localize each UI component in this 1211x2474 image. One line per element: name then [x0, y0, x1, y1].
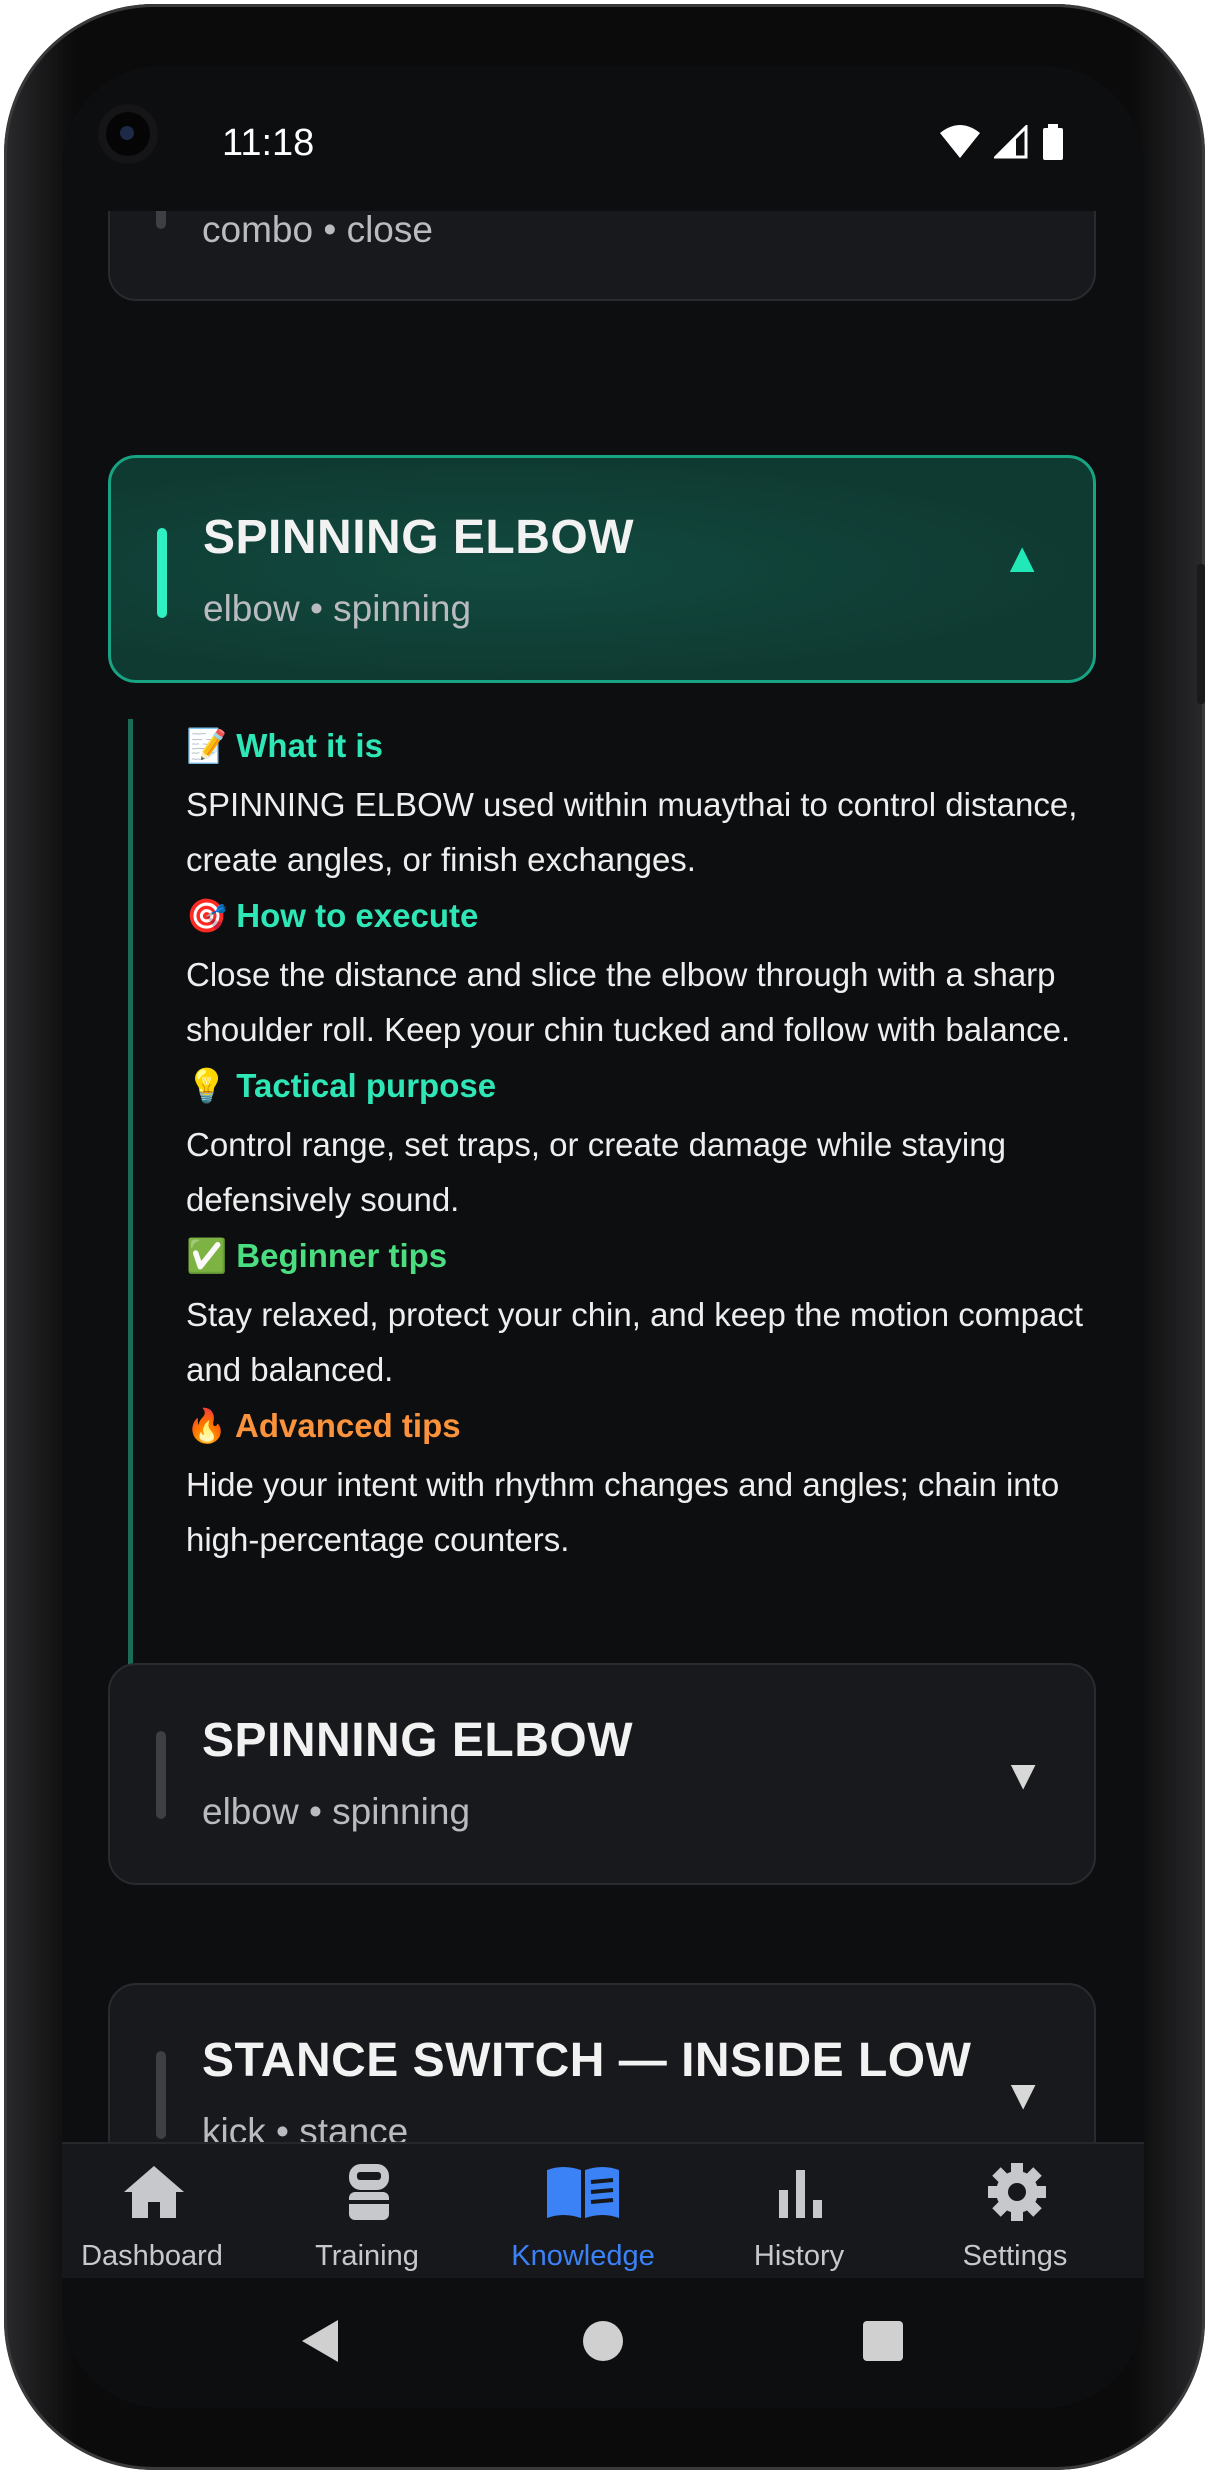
screen: 11:18 combo • close SPINNING ELBOW elbow… [62, 66, 1144, 2408]
card-subtitle: combo • close [202, 211, 433, 250]
details-rule [128, 719, 133, 1749]
section-heading-how: 🎯 How to execute [186, 897, 479, 934]
home-icon [124, 2166, 184, 2218]
battery-icon [1043, 124, 1063, 160]
chevron-up-icon[interactable]: ▲ [1001, 534, 1043, 582]
card-accent-bar [156, 211, 166, 229]
book-icon [547, 2167, 619, 2218]
back-icon[interactable] [298, 2318, 342, 2364]
fire-icon: 🔥 [186, 1407, 228, 1444]
bar-chart-icon [779, 2170, 822, 2218]
side-button [1197, 564, 1205, 704]
chevron-down-icon[interactable]: ▼ [1002, 2071, 1044, 2119]
card-subtitle: elbow • spinning [202, 1791, 471, 1832]
nav-history[interactable]: History [709, 2144, 889, 2278]
knowledge-list[interactable]: combo • close SPINNING ELBOW elbow • spi… [62, 211, 1144, 2204]
section-text-beginner: Stay relaxed, protect your chin, and kee… [186, 1296, 1083, 1388]
chevron-down-icon[interactable]: ▼ [1002, 1751, 1044, 1799]
status-time: 11:18 [222, 122, 315, 164]
card-accent-bar [156, 1731, 166, 1819]
technique-card-expanded[interactable]: SPINNING ELBOW elbow • spinning ▲ [108, 455, 1096, 683]
card-accent-bar [157, 528, 167, 618]
technique-card-collapsed[interactable]: combo • close [108, 211, 1096, 301]
section-heading-advanced: 🔥 Advanced tips [186, 1407, 461, 1444]
camera-icon [98, 104, 158, 164]
training-icon [349, 2164, 389, 2220]
signal-icon [994, 125, 1028, 159]
nav-training[interactable]: Training [277, 2144, 457, 2278]
phone-frame: 11:18 combo • close SPINNING ELBOW elbow… [4, 4, 1205, 2470]
nav-label: Settings [962, 2240, 1068, 2272]
card-title: SPINNING ELBOW [202, 1714, 634, 1767]
section-text-tactical: Control range, set traps, or create dama… [186, 1126, 1006, 1218]
gear-icon [988, 2163, 1046, 2221]
nav-label: Knowledge [511, 2240, 655, 2272]
technique-card[interactable]: SPINNING ELBOW elbow • spinning ▼ [108, 1663, 1096, 1885]
nav-settings[interactable]: Settings [925, 2144, 1105, 2278]
card-title: STANCE SWITCH — INSIDE LOW [202, 2034, 972, 2087]
bottom-nav: Dashboard Training Knowledge History Set… [62, 2142, 1144, 2278]
memo-icon: 📝 [186, 727, 228, 764]
status-icons [940, 124, 1064, 160]
recents-icon[interactable] [862, 2320, 904, 2362]
home-circle-icon[interactable] [582, 2320, 624, 2362]
section-heading-tactical: 💡 Tactical purpose [186, 1067, 497, 1104]
section-text-advanced: Hide your intent with rhythm changes and… [186, 1466, 1060, 1558]
nav-dashboard[interactable]: Dashboard [62, 2144, 242, 2278]
section-text-what: SPINNING ELBOW used within muaythai to c… [186, 786, 1078, 878]
card-accent-bar [156, 2051, 166, 2139]
wifi-icon [940, 125, 980, 158]
section-heading-beginner: ✅ Beginner tips [186, 1237, 448, 1274]
card-subtitle: elbow • spinning [203, 588, 472, 629]
target-icon: 🎯 [186, 897, 228, 934]
section-heading-what: 📝 What it is [186, 727, 383, 764]
section-text-how: Close the distance and slice the elbow t… [186, 956, 1071, 1048]
status-bar: 11:18 [62, 66, 1144, 211]
nav-label: Dashboard [81, 2240, 223, 2272]
lightbulb-icon: 💡 [186, 1067, 228, 1104]
system-nav [62, 2276, 1144, 2408]
check-icon: ✅ [186, 1237, 228, 1274]
card-title: SPINNING ELBOW [203, 511, 635, 564]
nav-knowledge[interactable]: Knowledge [493, 2144, 673, 2278]
nav-label: Training [315, 2240, 419, 2272]
nav-label: History [753, 2240, 845, 2272]
